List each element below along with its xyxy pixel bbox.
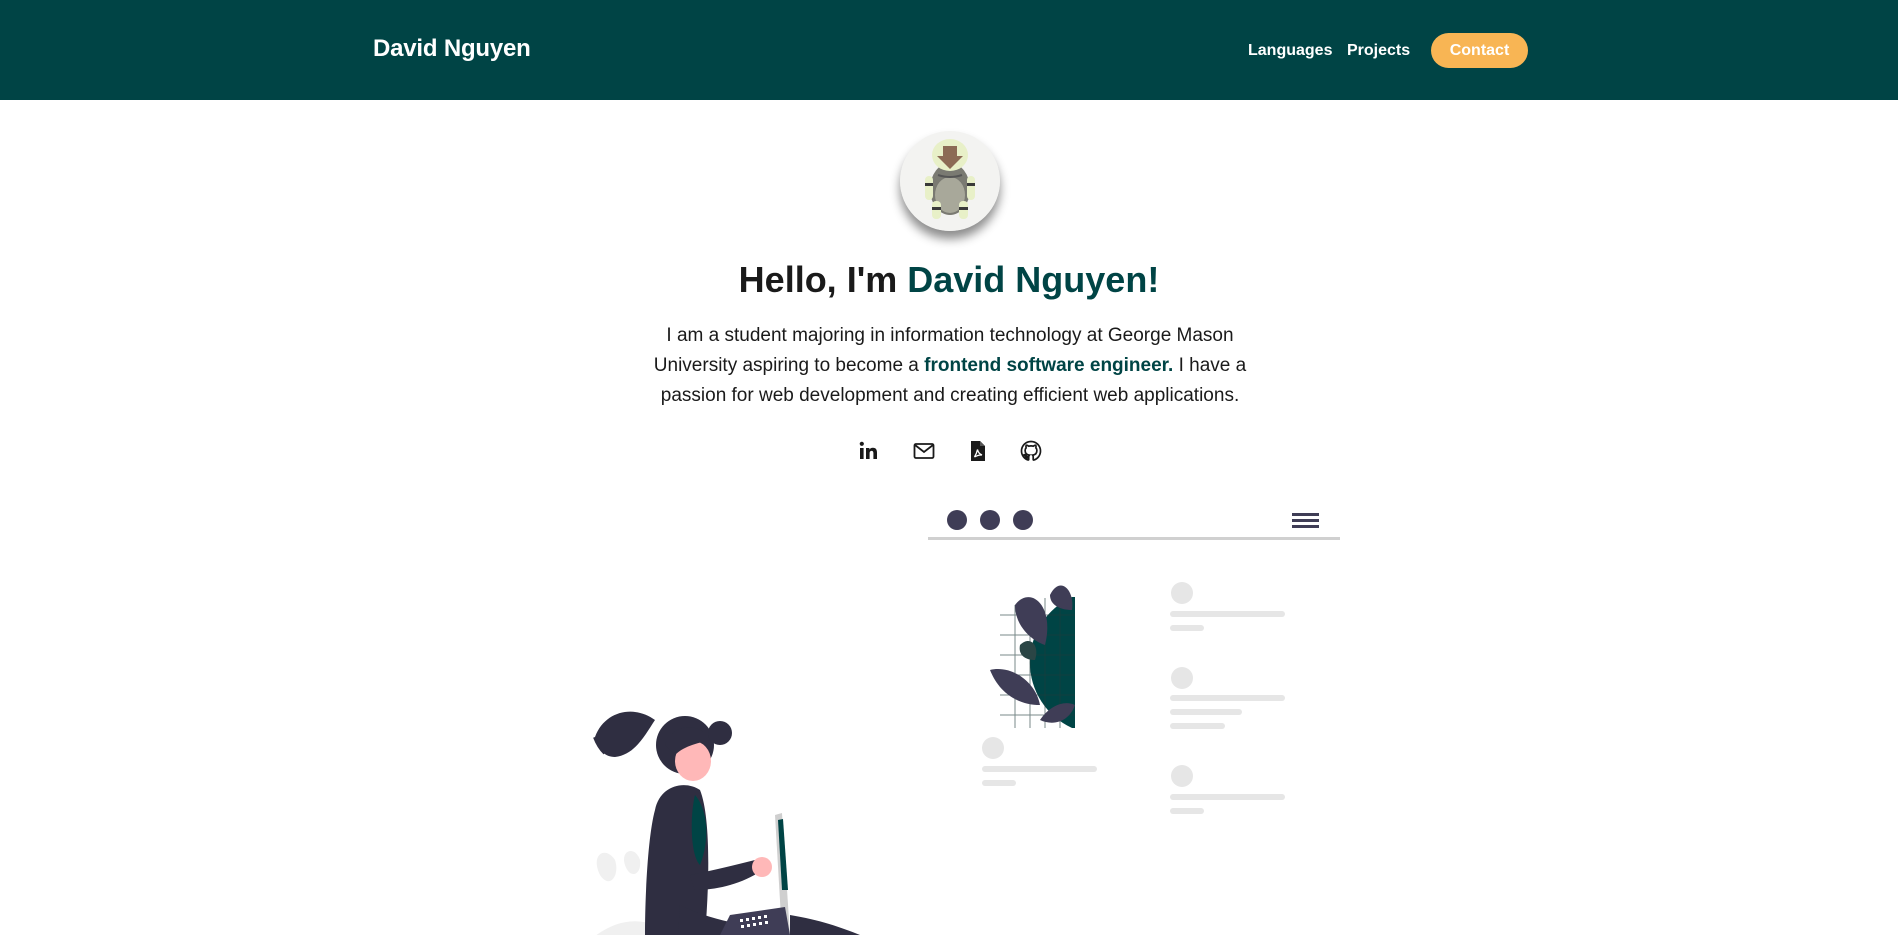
plant-card-graphic — [990, 585, 1075, 728]
nav-link-languages[interactable]: Languages — [1248, 42, 1332, 60]
pdf-file-icon[interactable] — [966, 439, 990, 463]
brand-logo-text[interactable]: David Nguyen — [373, 35, 531, 63]
linkedin-icon[interactable] — [857, 439, 881, 463]
hero-name: David Nguyen! — [907, 259, 1160, 300]
hero-heading: Hello, I'm David Nguyen! — [0, 259, 1898, 301]
github-icon[interactable] — [1019, 439, 1043, 463]
woman-at-laptop-figure — [593, 711, 860, 935]
appa-avatar-image — [900, 131, 1000, 231]
hero-greeting: Hello, I'm — [738, 259, 908, 300]
profile-avatar — [900, 131, 1000, 231]
hero-illustration — [593, 510, 1340, 935]
nav-link-projects[interactable]: Projects — [1347, 42, 1410, 60]
browser-mockup — [928, 510, 1340, 540]
mail-icon[interactable] — [912, 439, 936, 463]
hero-bio: I am a student majoring in information t… — [640, 321, 1260, 411]
contact-button[interactable]: Contact — [1431, 33, 1528, 68]
bio-highlight: frontend software engineer. — [924, 355, 1174, 376]
navbar: David Nguyen Languages Projects Contact — [0, 0, 1898, 100]
